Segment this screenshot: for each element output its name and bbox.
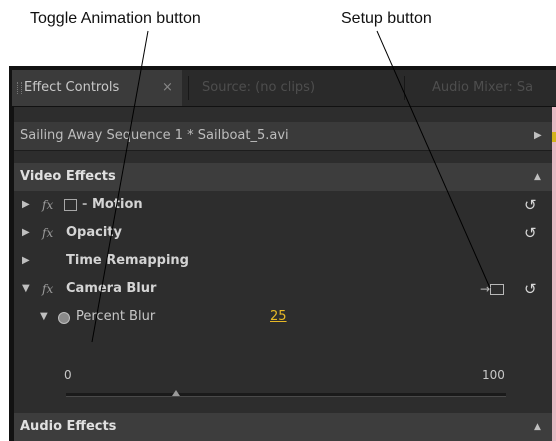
toggle-animation-leader <box>91 30 149 343</box>
callout-lines <box>91 30 491 343</box>
setup-leader <box>376 30 491 289</box>
